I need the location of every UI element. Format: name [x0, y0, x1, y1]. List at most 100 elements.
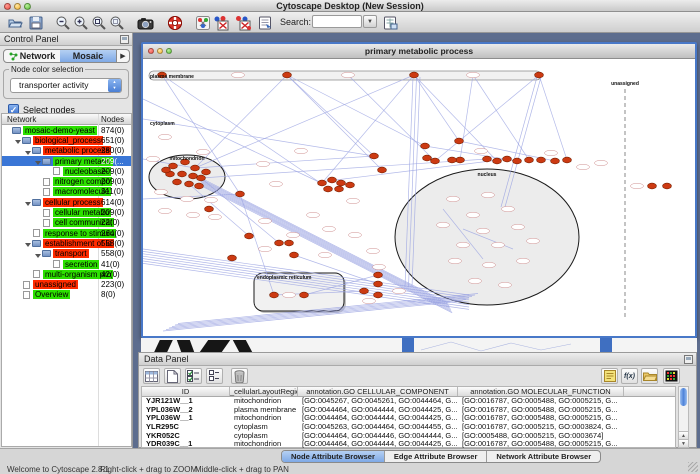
graph-node[interactable] [373, 264, 386, 269]
graph-edge[interactable] [473, 75, 529, 160]
table-cell[interactable]: mitochondrion [230, 414, 298, 423]
table-cell[interactable]: [GO:0044464, GO:0044444, GO:0044425, G..… [298, 406, 458, 415]
scrollbar-thumb[interactable] [680, 388, 687, 406]
graph-node[interactable] [363, 298, 376, 303]
attribute-list-icon[interactable] [206, 368, 223, 384]
graph-node-selected[interactable] [455, 138, 464, 144]
tree-row[interactable]: establishment of lo558(0) [2, 238, 131, 248]
graph-node-selected[interactable] [537, 157, 546, 163]
scroll-down-button[interactable]: ▼ [679, 439, 688, 447]
graph-node-selected[interactable] [195, 183, 204, 189]
graph-node-selected[interactable] [337, 180, 346, 186]
table-cell[interactable]: plasma membrane [230, 406, 298, 415]
table-cell[interactable]: YPL036W__1 [142, 414, 230, 423]
tree-row[interactable]: metabolic process280(0) [2, 146, 131, 156]
table-row[interactable]: YJR121W__1mitochondrion[GO:0045267, GO:0… [142, 397, 675, 406]
frame-close-button[interactable] [148, 48, 154, 54]
graph-node[interactable] [295, 148, 308, 153]
graph-edge[interactable] [195, 156, 374, 168]
table-column-header[interactable]: annotation.GO CELLULAR_COMPONENT [298, 387, 458, 396]
table-column-header[interactable]: annotation.GO MOLECULAR_FUNCTION [458, 387, 624, 396]
float-panel-icon[interactable] [120, 35, 129, 44]
table-row[interactable]: YPL036W__1mitochondrion[GO:0044464, GO:0… [142, 414, 675, 423]
graph-node-selected[interactable] [448, 157, 457, 163]
graph-node-selected[interactable] [173, 179, 182, 185]
graph-node[interactable] [502, 206, 515, 211]
graph-node-selected[interactable] [456, 157, 465, 163]
table-cell[interactable]: [GO:0016787, GO:0005488, GO:0005215, G..… [458, 414, 624, 423]
tree-row[interactable]: cellular metabo209(0) [2, 207, 131, 217]
table-cell[interactable]: [GO:0045267, GO:0045261, GO:0044464, G..… [298, 397, 458, 406]
graph-node-selected[interactable] [178, 171, 187, 177]
graph-node[interactable] [467, 72, 480, 77]
graph-node[interactable] [205, 197, 218, 202]
graph-node-selected[interactable] [283, 72, 292, 78]
graph-node[interactable] [155, 189, 168, 194]
table-cell[interactable]: mitochondrion [230, 397, 298, 406]
table-cell[interactable]: YLR295C [142, 423, 230, 432]
table-column-header[interactable]: ID [142, 387, 230, 396]
graph-node-selected[interactable] [374, 281, 383, 287]
graph-node[interactable] [477, 228, 490, 233]
tree-row[interactable]: cell communicat22(0) [2, 218, 131, 228]
close-button[interactable] [4, 3, 11, 10]
graph-node-selected[interactable] [285, 240, 294, 246]
table-row[interactable]: YKR052Ccytoplasm[GO:0044464, GO:0044446,… [142, 432, 675, 441]
hide-selected-nodes-icon[interactable] [212, 14, 230, 31]
graph-node-selected[interactable] [493, 158, 502, 164]
table-cell[interactable]: YKR052C [142, 432, 230, 441]
graph-edge[interactable] [435, 75, 539, 161]
resize-grip-icon[interactable] [688, 462, 698, 472]
graph-node-selected[interactable] [421, 143, 430, 149]
table-scrollbar[interactable]: ▲ ▼ [678, 386, 689, 448]
graph-node[interactable] [492, 242, 505, 247]
graph-node[interactable] [545, 150, 558, 155]
graph-node-selected[interactable] [525, 157, 534, 163]
graph-node-selected[interactable] [290, 252, 299, 258]
graph-node[interactable] [482, 192, 495, 197]
tree-row[interactable]: nitrogen compo209(0) [2, 176, 131, 186]
graph-node[interactable] [159, 208, 172, 213]
tree-row[interactable]: unassigned223(0) [2, 279, 131, 289]
graph-node-selected[interactable] [374, 292, 383, 298]
graph-edge[interactable] [287, 75, 425, 146]
tree-row[interactable]: Overview8(0) [2, 290, 131, 300]
graph-node-selected[interactable] [551, 158, 560, 164]
graph-node[interactable] [307, 212, 320, 217]
table-column-header[interactable]: _cellularLayoutRegion [230, 387, 298, 396]
graph-edge[interactable] [195, 75, 287, 168]
graph-node-selected[interactable] [162, 167, 171, 173]
graph-node-selected[interactable] [270, 292, 279, 298]
network-view-frame[interactable]: primary metabolic process plasma membran… [141, 42, 697, 338]
graph-node[interactable] [475, 148, 488, 153]
graph-node[interactable] [517, 258, 530, 263]
float-panel-icon[interactable] [684, 355, 693, 364]
table-cell[interactable]: [GO:0016787, GO:0005488, GO:0005215, G..… [458, 406, 624, 415]
graph-node[interactable] [147, 156, 160, 161]
table-cell[interactable]: cytoplasm [230, 423, 298, 432]
table-row[interactable]: YPL036W__2plasma membrane[GO:0044464, GO… [142, 406, 675, 415]
vizmapper-icon[interactable] [194, 14, 212, 31]
tab-network[interactable]: Network [4, 50, 60, 62]
new-attribute-icon[interactable] [164, 368, 181, 384]
minimize-button[interactable] [14, 3, 21, 10]
graph-node[interactable] [469, 278, 482, 283]
graph-node[interactable] [447, 196, 460, 201]
zoom-out-icon[interactable] [54, 14, 72, 31]
annotation-pad-icon[interactable] [601, 368, 618, 384]
heatmap-matrix-icon[interactable] [663, 368, 680, 384]
graph-edge[interactable] [195, 75, 414, 168]
import-attributes-icon[interactable] [381, 14, 399, 31]
graph-node[interactable] [259, 218, 272, 223]
graph-node-selected[interactable] [360, 288, 369, 294]
graph-node-selected[interactable] [503, 156, 512, 162]
graph-node-selected[interactable] [205, 206, 214, 212]
graph-node[interactable] [257, 161, 270, 166]
tree-row[interactable]: multi-organism pro42(0) [2, 269, 131, 279]
graph-edge[interactable] [201, 159, 487, 178]
graph-node[interactable] [181, 196, 194, 201]
tree-row[interactable]: nucleobase-209(0) [2, 166, 131, 176]
table-cell[interactable]: cytoplasm [230, 432, 298, 441]
graph-node-selected[interactable] [663, 183, 672, 189]
graph-node-selected[interactable] [513, 158, 522, 164]
